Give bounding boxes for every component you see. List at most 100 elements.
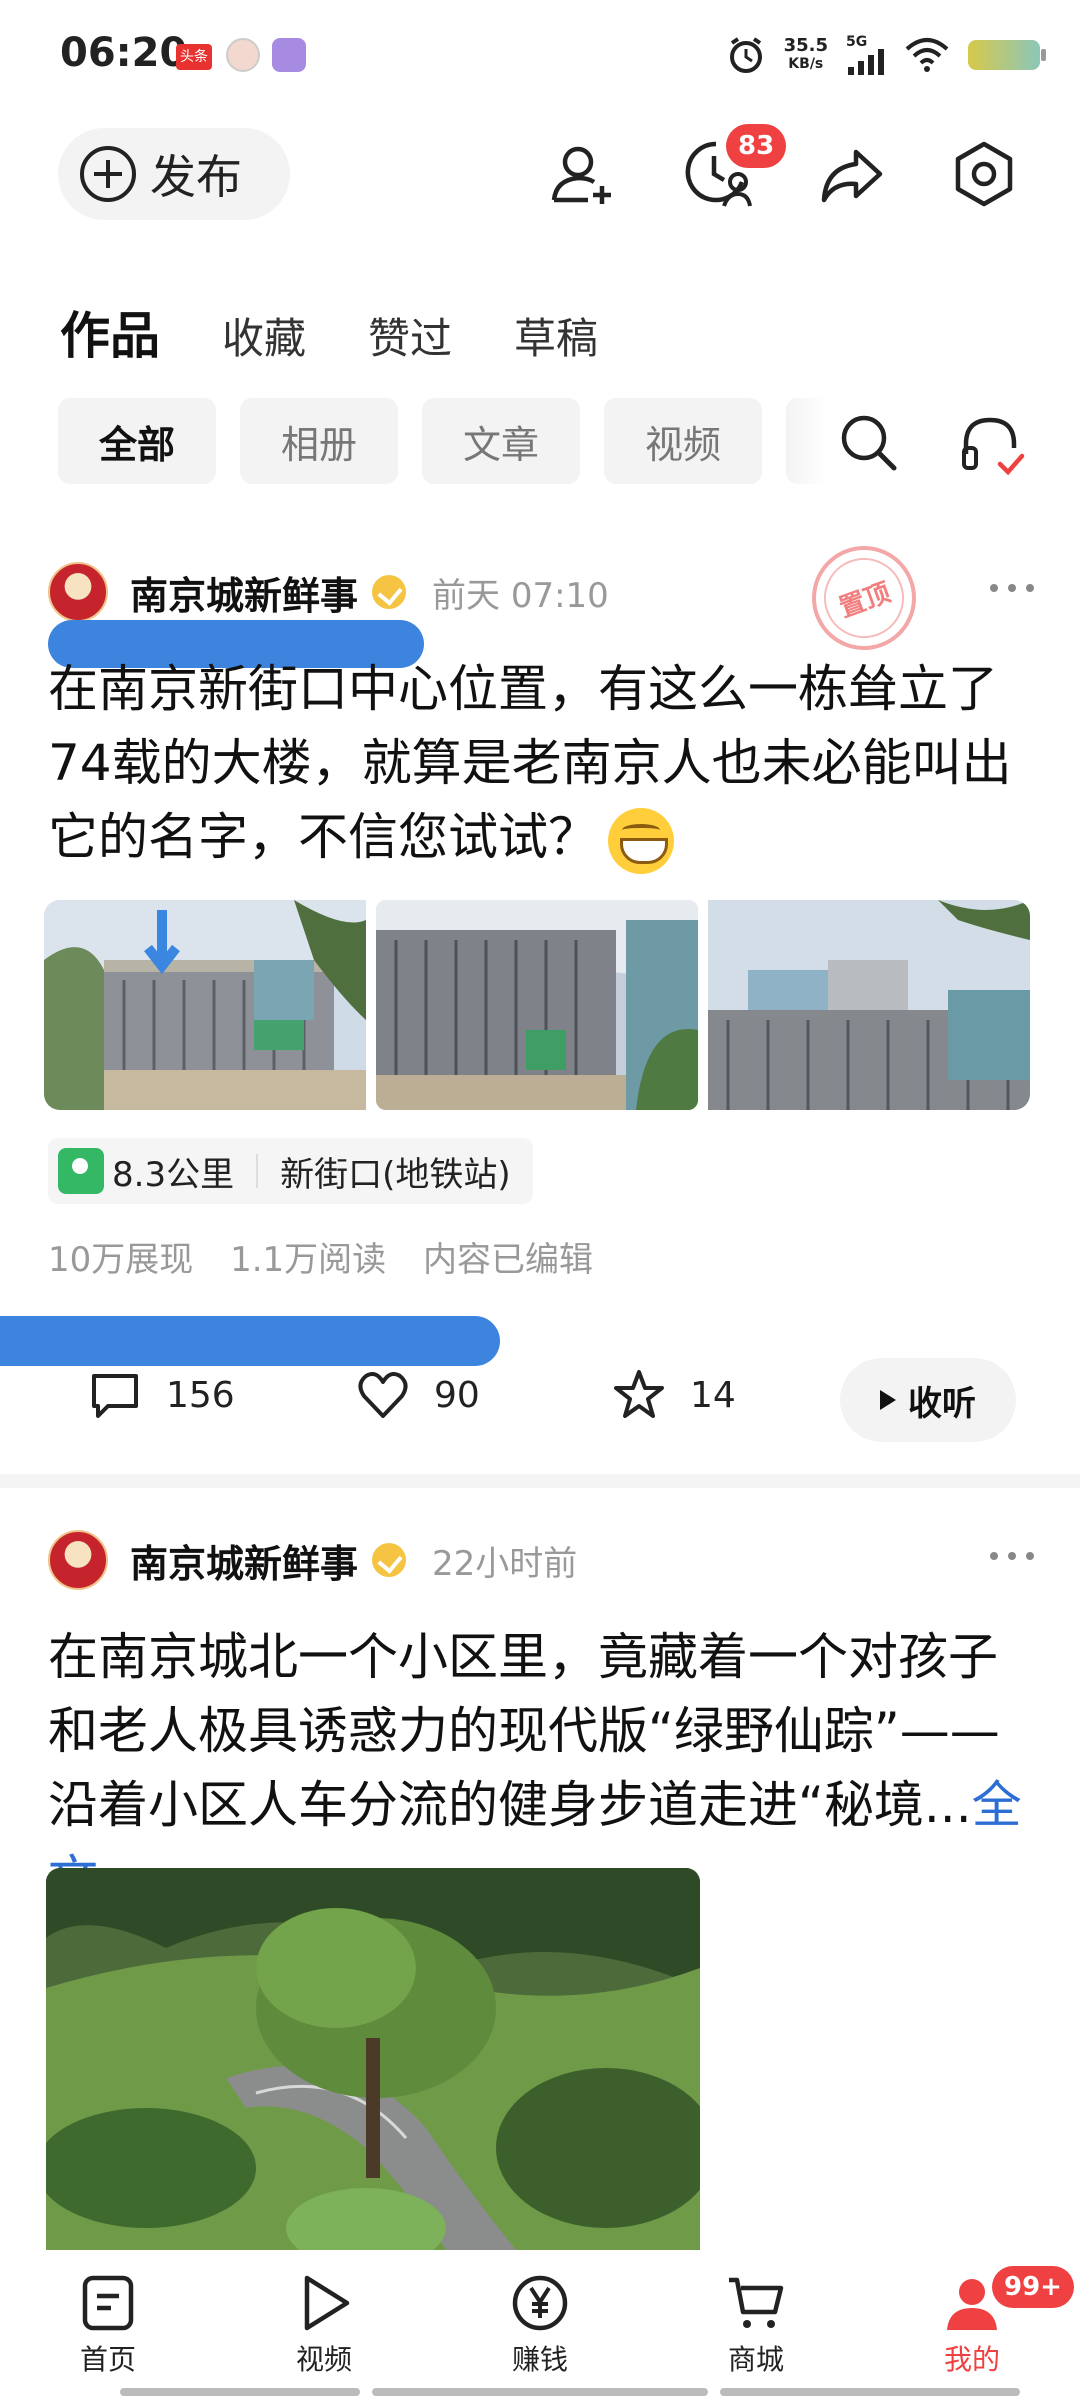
nav-mine[interactable]: 我的 99+ bbox=[864, 2250, 1080, 2400]
location-place: 新街口(地铁站) bbox=[280, 1154, 511, 1195]
verified-badge-icon bbox=[372, 1543, 407, 1577]
grin-emoji-icon bbox=[608, 807, 674, 874]
building-photo-image bbox=[708, 900, 1030, 1110]
chip-overflow bbox=[786, 398, 826, 484]
search-button[interactable] bbox=[836, 410, 902, 476]
photo-1[interactable] bbox=[44, 900, 366, 1110]
photo-3[interactable] bbox=[708, 900, 1030, 1110]
tab-drafts[interactable]: 草稿 bbox=[514, 305, 598, 366]
share-arrow-icon bbox=[821, 149, 883, 203]
author-name[interactable]: 南京城新鲜事 bbox=[130, 1533, 358, 1588]
settings-button[interactable] bbox=[948, 138, 1020, 210]
play-triangle-icon bbox=[880, 1390, 896, 1410]
toutiao-badge-icon: 头条 bbox=[176, 44, 212, 70]
signal-group: 5G bbox=[846, 35, 886, 75]
play-icon bbox=[304, 2275, 350, 2331]
dot-icon bbox=[1026, 584, 1034, 592]
map-pin-icon bbox=[58, 1148, 104, 1194]
more-options-button[interactable] bbox=[990, 584, 1034, 596]
chip-video[interactable]: 视频 bbox=[604, 398, 762, 484]
status-time: 06:20 bbox=[60, 30, 188, 76]
net-speed: 35.5 KB/s bbox=[784, 37, 828, 73]
network-type: 5G bbox=[846, 34, 868, 50]
verified-badge-icon bbox=[372, 575, 407, 609]
author-avatar[interactable] bbox=[48, 562, 108, 622]
cart-icon bbox=[729, 2277, 784, 2328]
post-text: 在南京新街口中心位置，有这么一栋耸立了74载的大楼，就算是老南京人也未必能叫出它… bbox=[48, 660, 1012, 866]
net-speed-value: 35.5 bbox=[783, 35, 828, 56]
home-indicator bbox=[720, 2388, 1020, 2396]
add-user-icon bbox=[551, 146, 611, 204]
content-tabs: 作品 收藏 赞过 草稿 bbox=[60, 296, 598, 368]
tab-works[interactable]: 作品 bbox=[60, 296, 160, 368]
dot-icon bbox=[1008, 1552, 1016, 1560]
signal-icon bbox=[848, 49, 884, 75]
share-button[interactable] bbox=[816, 138, 888, 210]
notification-count-badge: 83 bbox=[726, 124, 787, 168]
nav-video-label: 视频 bbox=[295, 2343, 352, 2376]
nav-home-label: 首页 bbox=[79, 2343, 136, 2376]
listen-mode-button[interactable] bbox=[956, 410, 1026, 476]
chip-article[interactable]: 文章 bbox=[422, 398, 580, 484]
search-icon bbox=[841, 415, 897, 471]
wifi-icon bbox=[905, 38, 949, 72]
headset-icon bbox=[962, 417, 1025, 476]
gear-hexagon-icon bbox=[955, 141, 1013, 207]
more-options-button[interactable] bbox=[990, 1552, 1034, 1564]
battery-icon bbox=[968, 40, 1046, 70]
post-time: 22小时前 bbox=[432, 1543, 578, 1584]
pinned-stamp: 置顶 bbox=[797, 531, 931, 665]
heart-icon bbox=[358, 1372, 408, 1418]
nav-mine-label: 我的 bbox=[943, 2343, 1000, 2376]
post-stats: 10万展现 1.1万阅读 内容已编辑 bbox=[48, 1232, 619, 1281]
tab-favorites[interactable]: 收藏 bbox=[222, 305, 306, 366]
favorite-button[interactable]: 14 bbox=[612, 1368, 736, 1422]
post-actions: 156 90 14 收听 bbox=[0, 1358, 1080, 1448]
listen-button[interactable]: 收听 bbox=[840, 1358, 1016, 1442]
nav-mall-label: 商城 bbox=[727, 2343, 784, 2376]
author-name[interactable]: 南京城新鲜事 bbox=[130, 565, 358, 620]
pinned-stamp-text: 置顶 bbox=[835, 577, 895, 624]
home-indicator bbox=[372, 2388, 708, 2396]
dot-icon bbox=[990, 584, 998, 592]
building-photo-image bbox=[44, 900, 366, 1110]
post-header: 南京城新鲜事 22小时前 bbox=[48, 1528, 577, 1592]
impressions-stat: 10万展现 bbox=[48, 1240, 194, 1280]
star-icon bbox=[614, 1370, 664, 1418]
net-speed-unit: KB/s bbox=[788, 56, 824, 72]
alarm-icon bbox=[729, 37, 762, 73]
chip-album[interactable]: 相册 bbox=[240, 398, 398, 484]
location-tag[interactable]: 8.3公里 新街口(地铁站) bbox=[48, 1138, 533, 1204]
post-body[interactable]: 在南京新街口中心位置，有这么一栋耸立了74载的大楼，就算是老南京人也未必能叫出它… bbox=[48, 652, 1038, 874]
add-friend-button[interactable] bbox=[548, 138, 620, 210]
dot-icon bbox=[1008, 584, 1016, 592]
photo-2[interactable] bbox=[376, 900, 698, 1110]
app-notification-icon bbox=[272, 38, 306, 72]
nav-home[interactable]: 首页 bbox=[0, 2250, 216, 2400]
yen-coin-icon bbox=[512, 2275, 568, 2331]
author-avatar[interactable] bbox=[48, 1530, 108, 1590]
status-bar: 06:20 头条 35.5 KB/s 5G bbox=[0, 0, 1080, 110]
publish-button[interactable]: 发布 bbox=[58, 128, 290, 220]
dot-icon bbox=[1026, 1552, 1034, 1560]
location-distance: 8.3公里 bbox=[112, 1154, 235, 1195]
nav-video[interactable]: 视频 bbox=[216, 2250, 432, 2400]
nav-earn-label: 赚钱 bbox=[511, 2343, 568, 2376]
publish-label: 发布 bbox=[150, 150, 242, 204]
post-header: 南京城新鲜事 前天 07:10 bbox=[48, 560, 609, 624]
nav-earn[interactable]: 赚钱 bbox=[432, 2250, 648, 2400]
comment-button[interactable]: 156 bbox=[88, 1368, 235, 1422]
history-button[interactable]: 83 bbox=[680, 124, 787, 210]
dot-icon bbox=[990, 1552, 998, 1560]
favorite-count: 14 bbox=[690, 1374, 736, 1416]
like-button[interactable]: 90 bbox=[356, 1368, 480, 1422]
post-time: 前天 07:10 bbox=[432, 575, 609, 616]
bottom-navigation: 首页 视频 赚钱 商城 我的 99+ bbox=[0, 2250, 1080, 2400]
tab-liked[interactable]: 赞过 bbox=[368, 305, 452, 366]
chip-all[interactable]: 全部 bbox=[58, 398, 216, 484]
nav-mall[interactable]: 商城 bbox=[648, 2250, 864, 2400]
home-indicator bbox=[120, 2388, 360, 2396]
post-text: 在南京城北一个小区里，竟藏着一个对孩子和老人极具诱惑力的现代版“绿野仙踪”——沿… bbox=[48, 1628, 1000, 1834]
comment-icon bbox=[92, 1374, 138, 1418]
post-image[interactable] bbox=[46, 1868, 700, 2250]
